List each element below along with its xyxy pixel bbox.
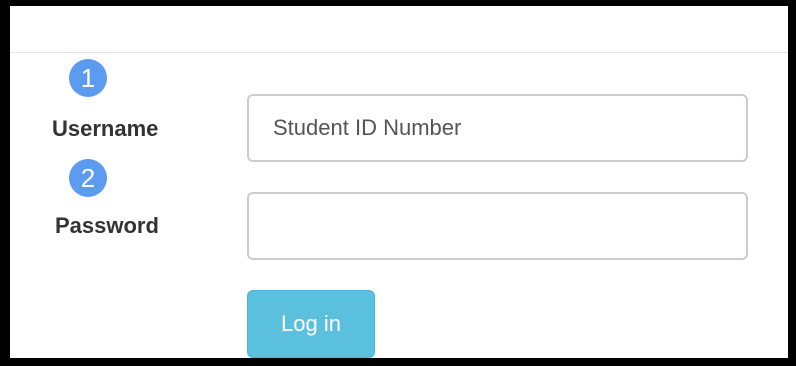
password-input[interactable] — [247, 192, 748, 260]
username-label: Username — [52, 116, 159, 141]
login-button[interactable]: Log in — [247, 290, 375, 358]
top-divider — [10, 52, 788, 53]
step-2-badge: 2 — [69, 159, 107, 197]
password-label: Password — [55, 213, 159, 238]
username-input[interactable] — [247, 94, 748, 162]
step-1-badge: 1 — [69, 59, 107, 97]
login-form-panel: 1 Username 2 Password Log in — [0, 0, 796, 366]
